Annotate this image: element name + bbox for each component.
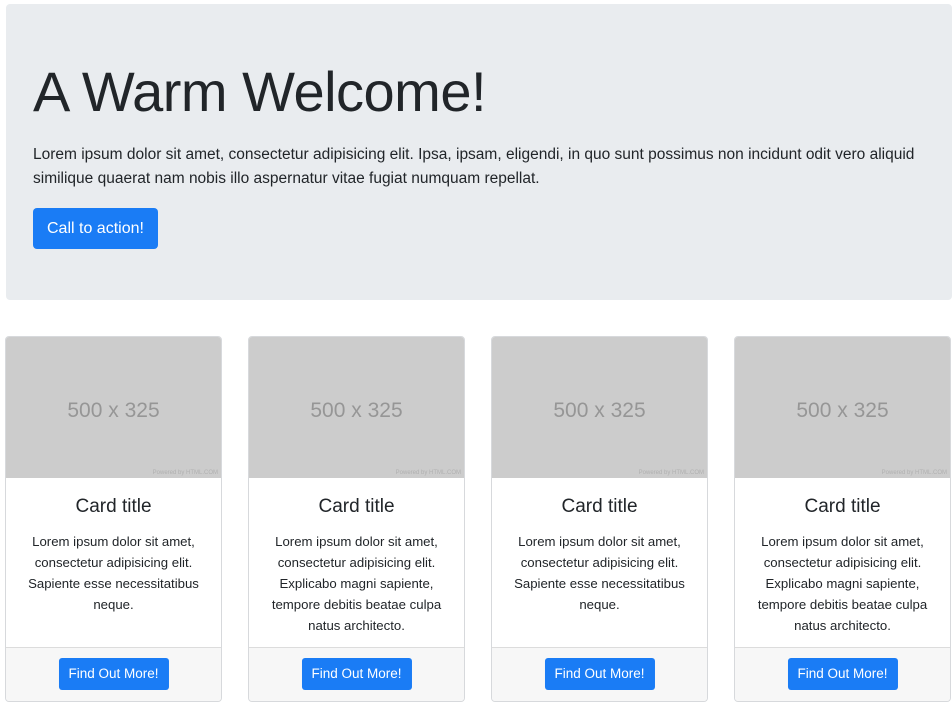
image-credit: Powered by HTML.COM	[638, 470, 704, 476]
image-size-label: 500 x 325	[310, 399, 403, 422]
card-text: Lorem ipsum dolor sit amet, consectetur …	[28, 534, 199, 612]
lead-text: Lorem ipsum dolor sit amet, consectetur …	[33, 146, 915, 187]
card-title: Card title	[561, 496, 638, 517]
card-text: Lorem ipsum dolor sit amet, consectetur …	[757, 534, 928, 633]
page-title: A Warm Welcome!	[33, 60, 487, 123]
card: 500 x 325 Powered by HTML.COM Card title…	[248, 336, 465, 702]
card-title: Card title	[318, 496, 395, 517]
call-to-action-button[interactable]: Call to action!	[33, 208, 158, 249]
card-footer: Find Out More!	[249, 647, 464, 701]
card-image-placeholder: 500 x 325 Powered by HTML.COM	[6, 337, 221, 478]
card: 500 x 325 Powered by HTML.COM Card title…	[734, 336, 951, 702]
card-title: Card title	[75, 496, 152, 517]
find-out-more-button[interactable]: Find Out More!	[544, 658, 655, 690]
card-title: Card title	[804, 496, 881, 517]
image-credit: Powered by HTML.COM	[152, 470, 218, 476]
card: 500 x 325 Powered by HTML.COM Card title…	[491, 336, 708, 702]
card-image-placeholder: 500 x 325 Powered by HTML.COM	[249, 337, 464, 478]
card-footer: Find Out More!	[735, 647, 950, 701]
card-image-placeholder: 500 x 325 Powered by HTML.COM	[735, 337, 950, 478]
image-credit: Powered by HTML.COM	[395, 470, 461, 476]
image-size-label: 500 x 325	[67, 399, 160, 422]
find-out-more-button[interactable]: Find Out More!	[301, 658, 412, 690]
jumbotron: A Warm Welcome! Lorem ipsum dolor sit am…	[6, 4, 952, 300]
card-footer: Find Out More!	[6, 647, 221, 701]
image-size-label: 500 x 325	[796, 399, 889, 422]
image-size-label: 500 x 325	[553, 399, 646, 422]
card: 500 x 325 Powered by HTML.COM Card title…	[5, 336, 222, 702]
card-text: Lorem ipsum dolor sit amet, consectetur …	[271, 534, 442, 633]
card-image-placeholder: 500 x 325 Powered by HTML.COM	[492, 337, 707, 478]
image-credit: Powered by HTML.COM	[881, 470, 947, 476]
card-footer: Find Out More!	[492, 647, 707, 701]
card-row: 500 x 325 Powered by HTML.COM Card title…	[0, 336, 952, 704]
find-out-more-button[interactable]: Find Out More!	[787, 658, 898, 690]
find-out-more-button[interactable]: Find Out More!	[58, 658, 169, 690]
card-text: Lorem ipsum dolor sit amet, consectetur …	[514, 534, 685, 612]
